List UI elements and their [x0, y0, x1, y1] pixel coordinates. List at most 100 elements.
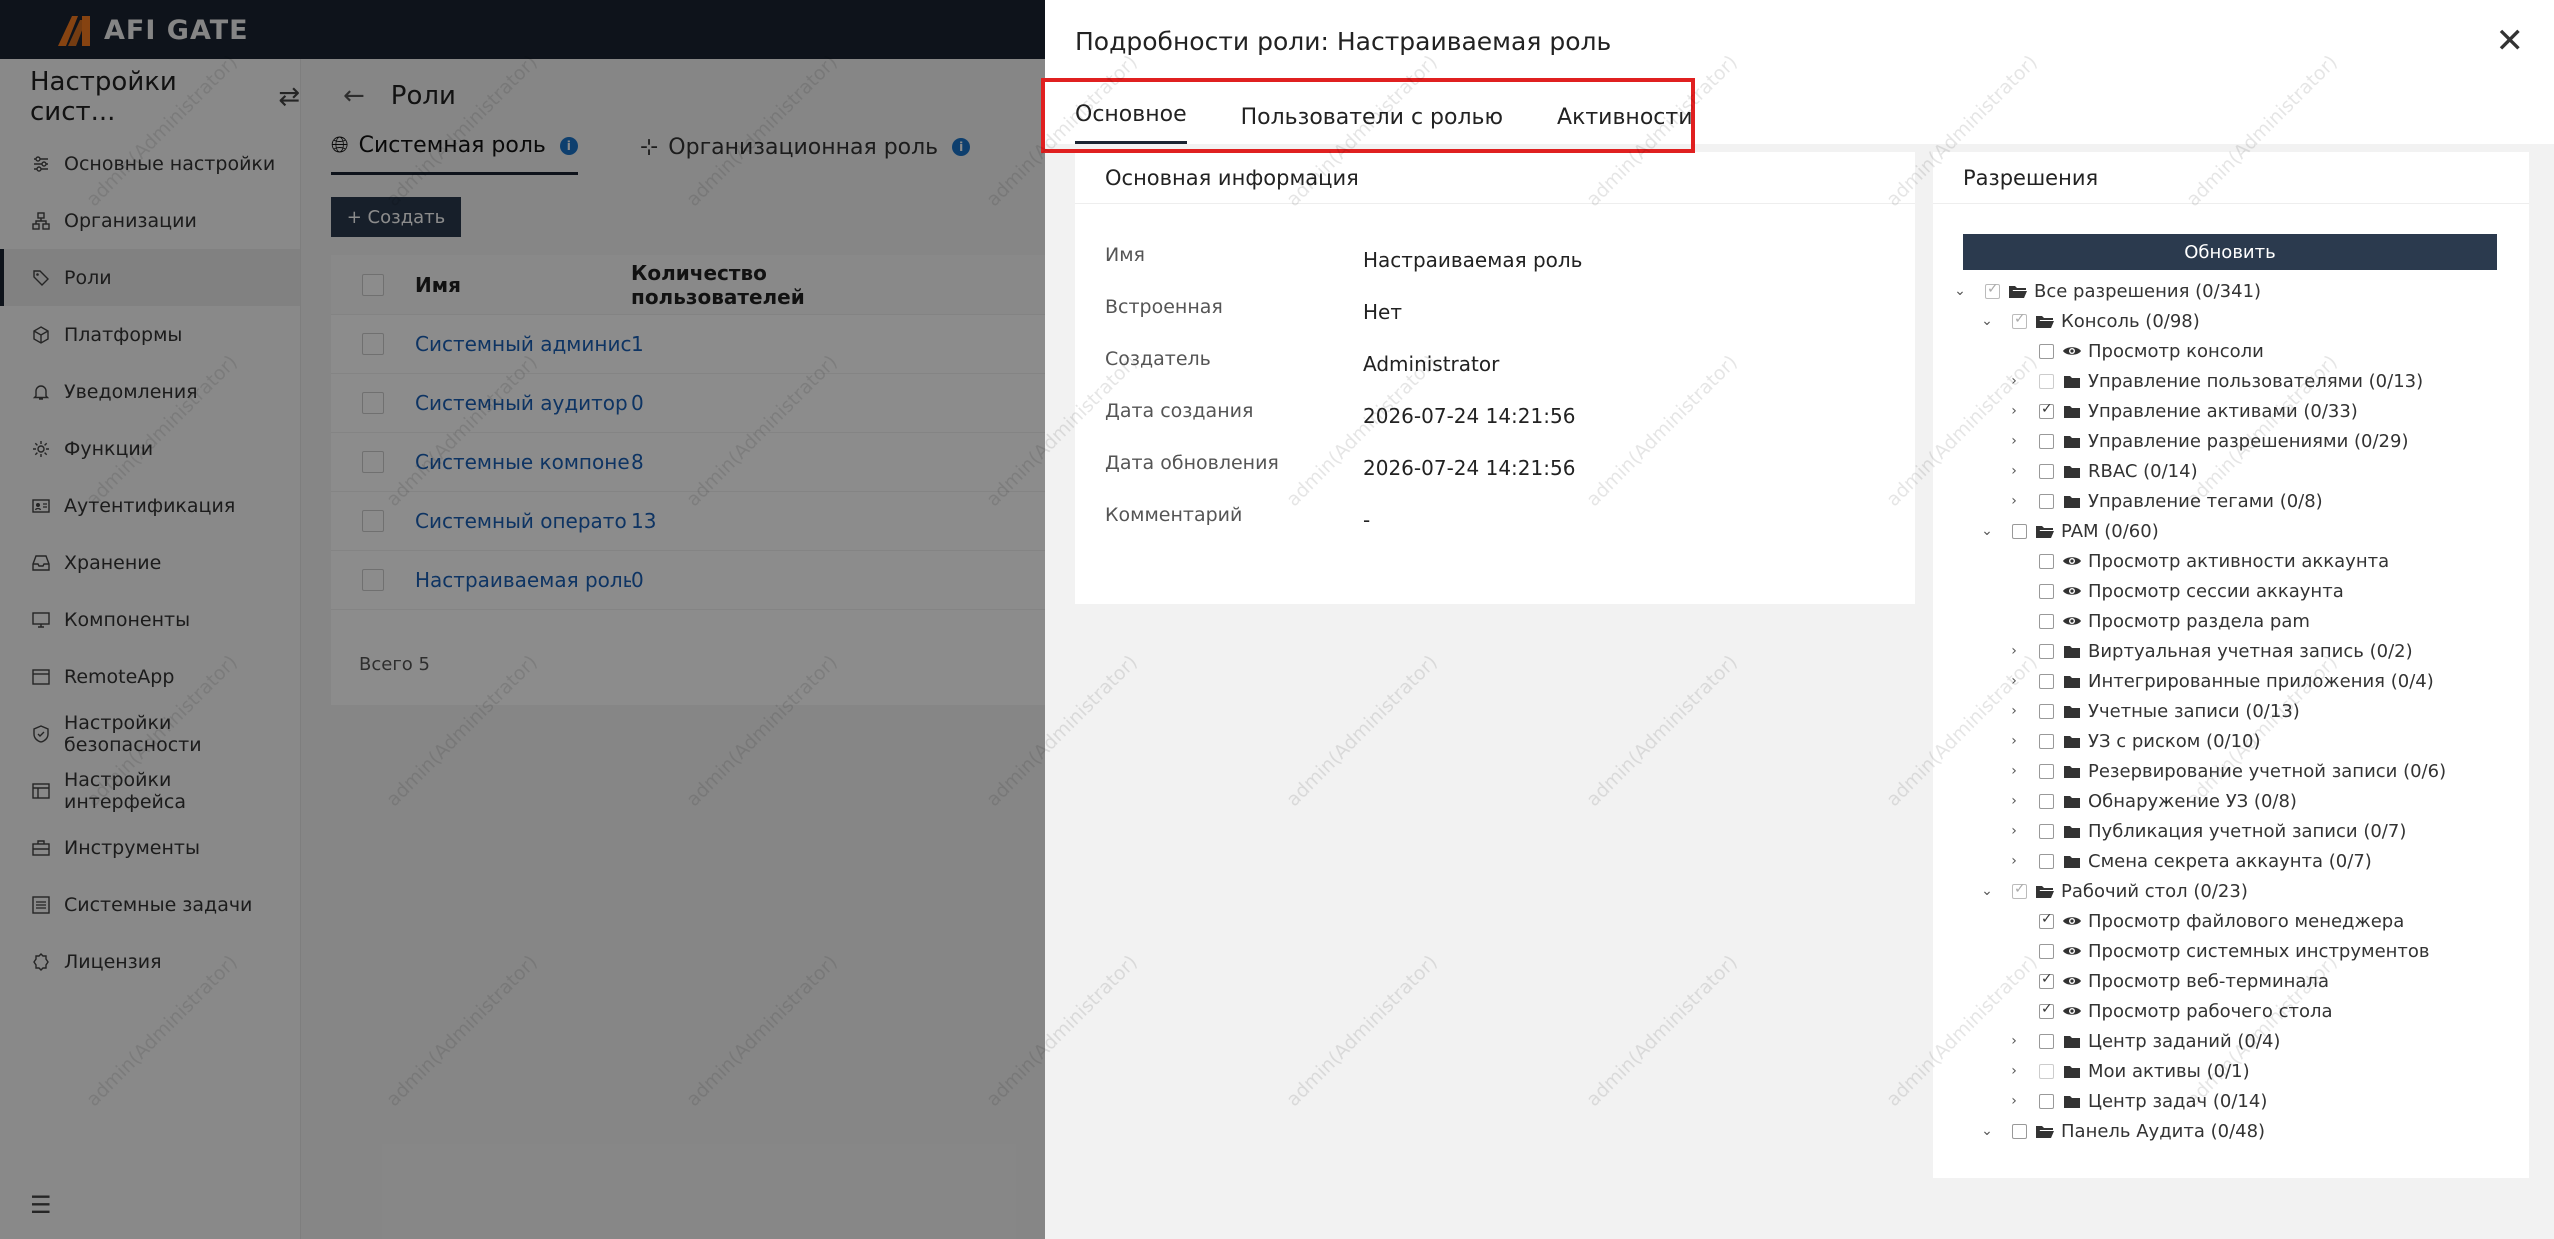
- permission-checkbox[interactable]: [2039, 673, 2054, 689]
- tree-node[interactable]: Просмотр раздела pam: [2007, 606, 2310, 636]
- permission-checkbox[interactable]: [2012, 881, 2027, 899]
- folder-icon: [2062, 374, 2082, 389]
- chevron-right-icon[interactable]: ›: [2007, 823, 2021, 839]
- tree-node[interactable]: Просмотр активности аккаунта: [2007, 546, 2389, 576]
- chevron-right-icon[interactable]: ›: [2007, 703, 2021, 719]
- tree-node[interactable]: › Смена секрета аккаунта (0/7): [2007, 846, 2372, 876]
- chevron-right-icon[interactable]: ›: [2007, 1093, 2021, 1109]
- tree-node[interactable]: › Центр задач (0/14): [2007, 1086, 2267, 1116]
- permission-checkbox[interactable]: [2039, 763, 2054, 779]
- tree-node[interactable]: › RBAC (0/14): [2007, 456, 2197, 486]
- permission-checkbox[interactable]: [2039, 373, 2054, 389]
- permission-checkbox[interactable]: [2012, 1123, 2027, 1139]
- permission-checkbox[interactable]: [2012, 311, 2027, 329]
- chevron-right-icon[interactable]: ›: [2007, 763, 2021, 779]
- permission-checkbox[interactable]: [2039, 463, 2054, 479]
- permission-checkbox[interactable]: [2039, 433, 2054, 449]
- tree-node-label: УЗ с риском (0/10): [2088, 730, 2261, 752]
- permission-checkbox[interactable]: [2039, 793, 2054, 809]
- tree-node[interactable]: › Центр заданий (0/4): [2007, 1026, 2280, 1056]
- permission-checkbox[interactable]: [2039, 733, 2054, 749]
- info-label: Встроенная: [1105, 296, 1223, 318]
- permission-checkbox[interactable]: [2039, 343, 2054, 359]
- permission-checkbox[interactable]: [1985, 281, 2000, 299]
- tree-node[interactable]: ⌄ Панель Аудита (0/48): [1980, 1116, 2265, 1146]
- tree-node[interactable]: ⌄ Рабочий стол (0/23): [1980, 876, 2248, 906]
- permission-checkbox[interactable]: [2039, 553, 2054, 569]
- drawer-header: Подробности роли: Настраиваемая роль ✕: [1045, 0, 2554, 82]
- tree-node-label: Панель Аудита (0/48): [2061, 1120, 2266, 1142]
- chevron-down-icon[interactable]: ⌄: [1980, 1123, 1994, 1139]
- chevron-right-icon[interactable]: ›: [2007, 643, 2021, 659]
- tree-node[interactable]: ⌄ Консоль (0/98): [1980, 306, 2200, 336]
- tree-node[interactable]: Просмотр рабочего стола: [2007, 996, 2333, 1026]
- folder-icon: [2062, 404, 2082, 419]
- tree-node[interactable]: Просмотр системных инструментов: [2007, 936, 2430, 966]
- permission-checkbox[interactable]: [2039, 1063, 2054, 1079]
- chevron-right-icon[interactable]: ›: [2007, 373, 2021, 389]
- tree-node-label: Управление пользователями (0/13): [2088, 370, 2424, 392]
- tree-node-label: Просмотр системных инструментов: [2088, 940, 2430, 962]
- permission-checkbox[interactable]: [2039, 703, 2054, 719]
- tree-node-label: Управление тегами (0/8): [2088, 490, 2323, 512]
- tree-node-label: Обнаружение УЗ (0/8): [2088, 790, 2297, 812]
- tree-node[interactable]: Просмотр консоли: [2007, 336, 2264, 366]
- tree-node[interactable]: › Резервирование учетной записи (0/6): [2007, 756, 2446, 786]
- chevron-right-icon[interactable]: ›: [2007, 403, 2021, 419]
- close-icon[interactable]: ✕: [2496, 24, 2525, 58]
- permission-checkbox[interactable]: [2039, 1033, 2054, 1049]
- tree-node-label: PAM (0/60): [2061, 520, 2159, 542]
- permission-checkbox[interactable]: [2039, 583, 2054, 599]
- permission-checkbox[interactable]: [2039, 613, 2054, 629]
- tree-node-label: Просмотр файлового менеджера: [2088, 910, 2405, 932]
- permission-checkbox[interactable]: [2039, 643, 2054, 659]
- permission-checkbox[interactable]: [2012, 523, 2027, 539]
- permission-checkbox[interactable]: [2039, 823, 2054, 839]
- chevron-right-icon[interactable]: ›: [2007, 1063, 2021, 1079]
- tree-node[interactable]: › УЗ с риском (0/10): [2007, 726, 2261, 756]
- tree-node[interactable]: › Управление тегами (0/8): [2007, 486, 2323, 516]
- permission-checkbox[interactable]: [2039, 1093, 2054, 1109]
- eye-icon: [2062, 614, 2082, 628]
- permission-checkbox[interactable]: [2039, 943, 2054, 959]
- info-value: 2026-07-24 14:21:56: [1363, 456, 1576, 480]
- tree-node[interactable]: › Управление активами (0/33): [2007, 396, 2358, 426]
- tree-node[interactable]: › Учетные записи (0/13): [2007, 696, 2300, 726]
- permission-checkbox[interactable]: [2039, 401, 2054, 419]
- tree-node[interactable]: › Обнаружение УЗ (0/8): [2007, 786, 2297, 816]
- permission-checkbox[interactable]: [2039, 493, 2054, 509]
- chevron-down-icon[interactable]: ⌄: [1980, 883, 1994, 899]
- tree-node[interactable]: Просмотр файлового менеджера: [2007, 906, 2404, 936]
- tree-node-label: Управление активами (0/33): [2088, 400, 2358, 422]
- permission-checkbox[interactable]: [2039, 971, 2054, 989]
- chevron-right-icon[interactable]: ›: [2007, 433, 2021, 449]
- permission-checkbox[interactable]: [2039, 911, 2054, 929]
- refresh-button[interactable]: Обновить: [1963, 234, 2497, 270]
- tree-node[interactable]: › Публикация учетной записи (0/7): [2007, 816, 2406, 846]
- chevron-right-icon[interactable]: ›: [2007, 793, 2021, 809]
- tree-node[interactable]: › Мои активы (0/1): [2007, 1056, 2249, 1086]
- chevron-down-icon[interactable]: ⌄: [1980, 523, 1994, 539]
- tree-node[interactable]: ⌄ Все разрешения (0/341): [1953, 276, 2261, 306]
- tree-node[interactable]: › Интегрированные приложения (0/4): [2007, 666, 2434, 696]
- permission-checkbox[interactable]: [2039, 853, 2054, 869]
- info-value: Нет: [1363, 300, 1402, 324]
- folder-icon: [2062, 1064, 2082, 1079]
- chevron-right-icon[interactable]: ›: [2007, 733, 2021, 749]
- folder-icon: [2062, 644, 2082, 659]
- tree-node[interactable]: Просмотр сессии аккаунта: [2007, 576, 2344, 606]
- tree-node[interactable]: ⌄ PAM (0/60): [1980, 516, 2159, 546]
- chevron-right-icon[interactable]: ›: [2007, 463, 2021, 479]
- tree-node[interactable]: › Управление разрешениями (0/29): [2007, 426, 2408, 456]
- modal-overlay[interactable]: [0, 0, 1045, 1239]
- chevron-right-icon[interactable]: ›: [2007, 493, 2021, 509]
- tree-node[interactable]: Просмотр веб-терминала: [2007, 966, 2329, 996]
- permission-checkbox[interactable]: [2039, 1001, 2054, 1019]
- tree-node[interactable]: › Виртуальная учетная запись (0/2): [2007, 636, 2412, 666]
- tree-node[interactable]: › Управление пользователями (0/13): [2007, 366, 2423, 396]
- chevron-down-icon[interactable]: ⌄: [1980, 313, 1994, 329]
- chevron-right-icon[interactable]: ›: [2007, 673, 2021, 689]
- chevron-down-icon[interactable]: ⌄: [1953, 283, 1967, 299]
- chevron-right-icon[interactable]: ›: [2007, 1033, 2021, 1049]
- chevron-right-icon[interactable]: ›: [2007, 853, 2021, 869]
